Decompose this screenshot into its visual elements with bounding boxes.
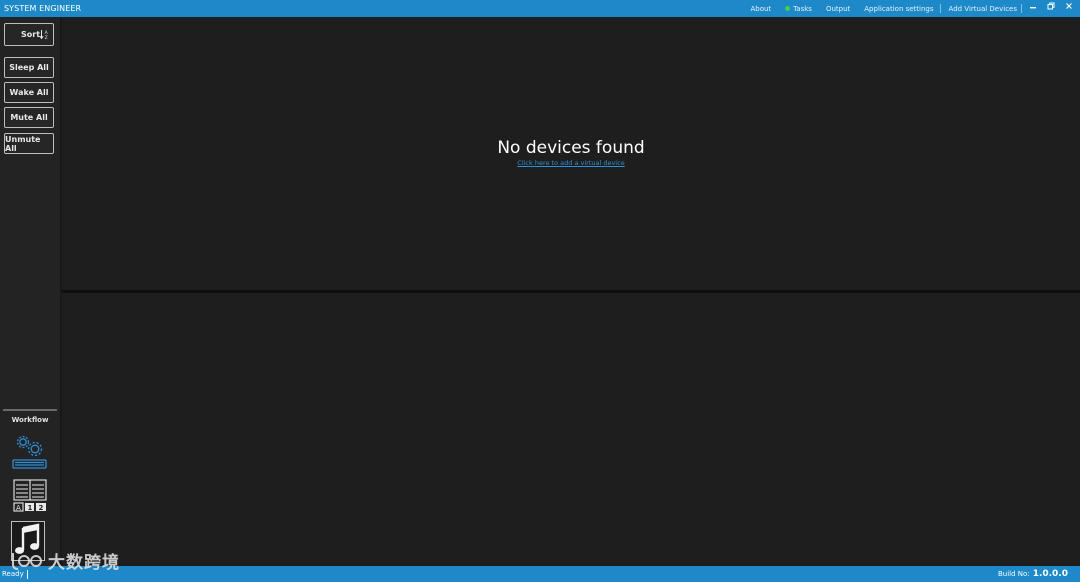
menu-separator bbox=[939, 4, 941, 13]
title-menu: About Tasks Output Application settings … bbox=[750, 0, 1080, 17]
close-icon[interactable] bbox=[1060, 0, 1078, 17]
gears-keyboard-icon[interactable] bbox=[11, 433, 49, 475]
add-virtual-devices-menu-item[interactable]: Add Virtual Devices bbox=[949, 5, 1017, 13]
workflow-label: Workflow bbox=[11, 416, 49, 424]
wake-all-button[interactable]: Wake All bbox=[4, 82, 54, 103]
build-label: Build No: bbox=[998, 570, 1030, 578]
layout-numbered-icon[interactable]: A 1 2 bbox=[11, 477, 49, 519]
restore-icon[interactable] bbox=[1042, 0, 1060, 17]
watermark: 大数跨境 bbox=[10, 548, 120, 573]
status-bar: Ready Build No: 1.0.0.0 bbox=[0, 566, 1080, 582]
sort-button[interactable]: Sort A Z bbox=[4, 23, 54, 46]
sleep-all-button[interactable]: Sleep All bbox=[4, 57, 54, 78]
sort-icon: A Z bbox=[39, 29, 50, 43]
watermark-text: 大数跨境 bbox=[48, 553, 120, 573]
svg-text:A: A bbox=[16, 504, 21, 512]
menu-separator bbox=[1021, 4, 1022, 13]
empty-state-title: No devices found bbox=[497, 138, 645, 158]
tasks-status-dot-icon bbox=[785, 6, 791, 11]
output-menu-item[interactable]: Output bbox=[826, 5, 850, 13]
title-bar: SYSTEM ENGINEER About Tasks Output Appli… bbox=[0, 0, 1080, 17]
device-pane: No devices found Click here to add a vir… bbox=[62, 17, 1080, 290]
build-version: 1.0.0.0 bbox=[1032, 569, 1068, 579]
add-virtual-device-link[interactable]: Click here to add a virtual device bbox=[62, 159, 1080, 167]
workflow-pane bbox=[62, 293, 1080, 566]
sidebar: Sort A Z Sleep All Wake All Mute All Unm… bbox=[0, 17, 62, 566]
svg-text:Z: Z bbox=[45, 35, 48, 40]
sort-label: Sort bbox=[21, 30, 41, 39]
unmute-all-button[interactable]: Unmute All bbox=[4, 133, 54, 154]
svg-text:2: 2 bbox=[39, 504, 44, 512]
mute-all-button[interactable]: Mute All bbox=[4, 107, 54, 128]
workflow-divider bbox=[3, 409, 57, 411]
build-info: Build No: 1.0.0.0 bbox=[998, 566, 1068, 582]
svg-text:A: A bbox=[45, 30, 49, 36]
tasks-menu-item[interactable]: Tasks bbox=[785, 5, 812, 13]
svg-text:1: 1 bbox=[28, 504, 33, 512]
about-menu-item[interactable]: About bbox=[750, 5, 771, 13]
watermark-logo-icon bbox=[12, 552, 42, 570]
minimize-icon[interactable] bbox=[1024, 0, 1042, 17]
tasks-label: Tasks bbox=[793, 4, 812, 13]
application-settings-menu-item[interactable]: Application settings bbox=[864, 5, 933, 13]
app-title: SYSTEM ENGINEER bbox=[4, 4, 82, 13]
